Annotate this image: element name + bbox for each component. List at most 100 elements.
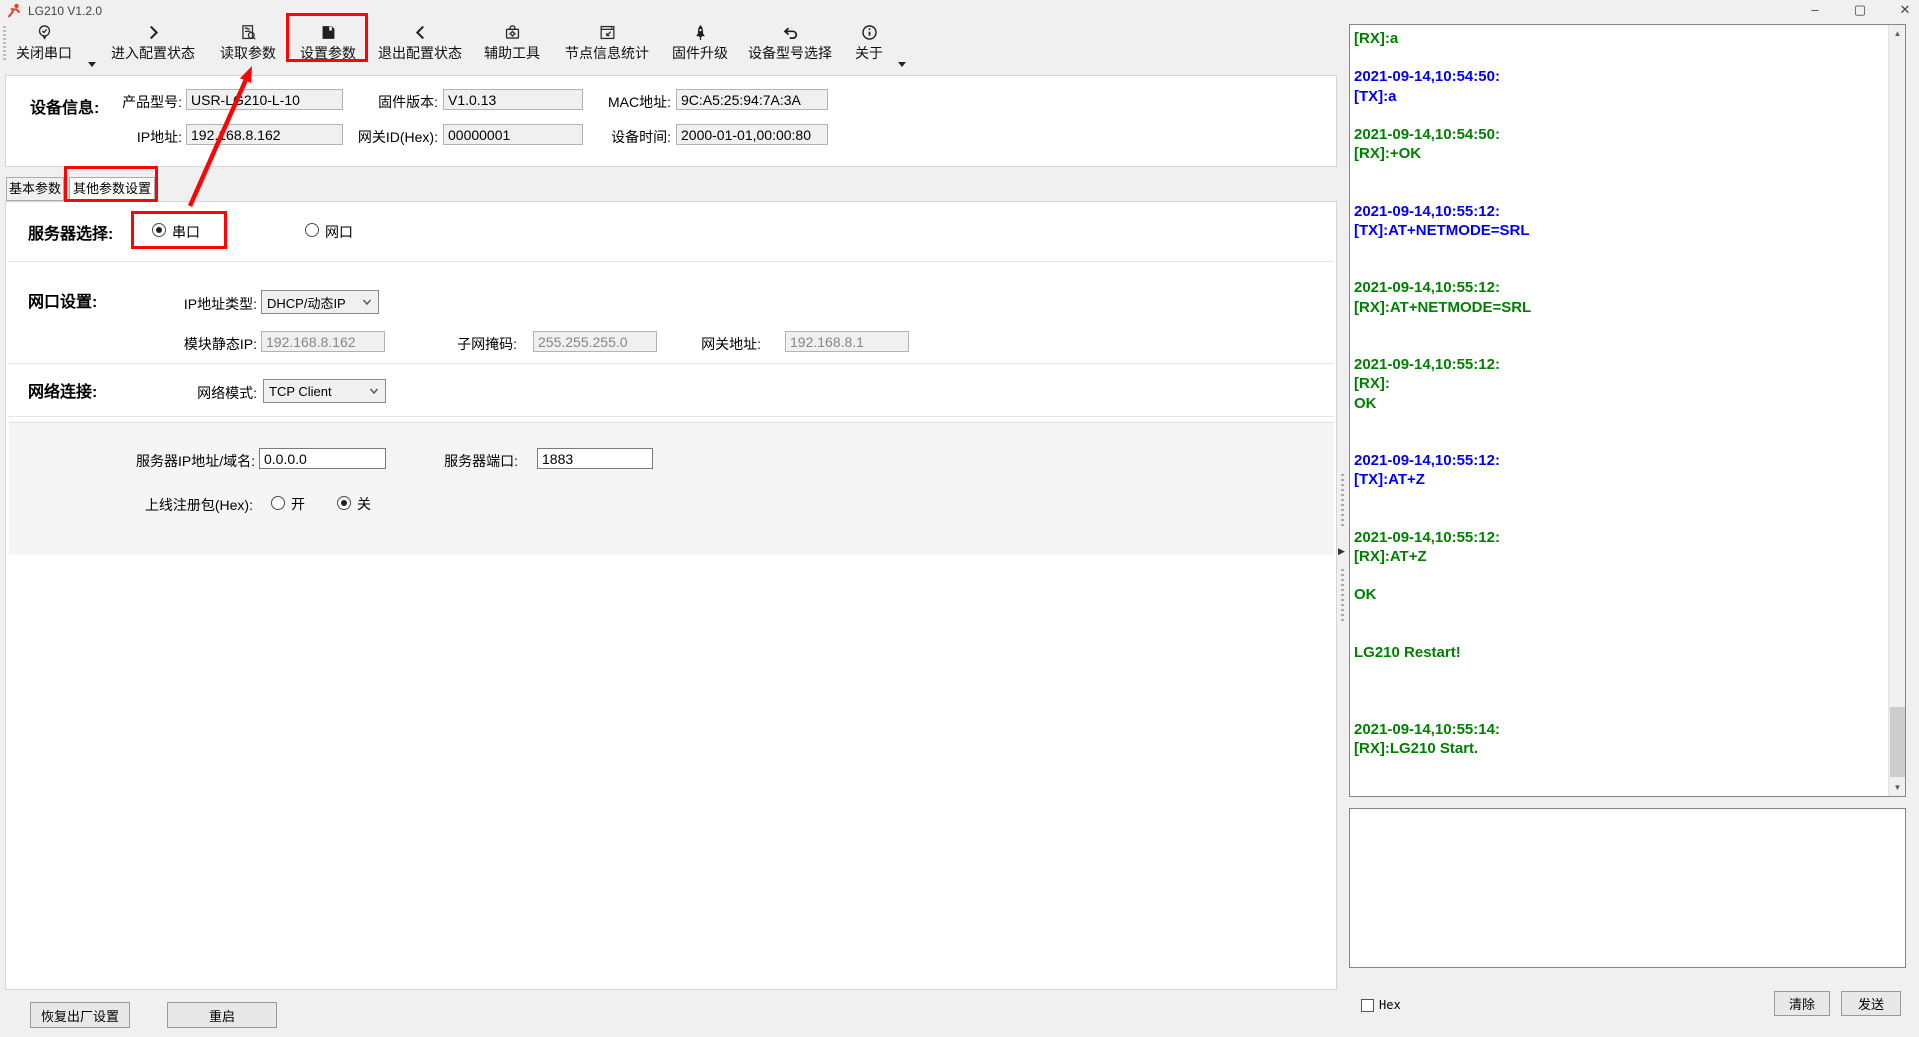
titlebar: LG210 V1.2.0 – ▢ ✕ <box>0 0 1919 22</box>
log-line: 2021-09-14,10:54:50: <box>1354 125 1885 144</box>
server-serial-radio[interactable] <box>152 223 166 237</box>
toolbar-firmware-upgrade-button[interactable]: 固件升级 <box>664 23 736 63</box>
server-port-field[interactable] <box>537 448 653 469</box>
log-line <box>1354 163 1885 182</box>
register-off-radio-label[interactable]: 关 <box>357 494 371 514</box>
window-title: LG210 V1.2.0 <box>28 4 102 18</box>
register-off-radio[interactable] <box>337 496 351 510</box>
scroll-down-arrow[interactable]: ▼ <box>1889 779 1906 796</box>
toolbar-label: 读取参数 <box>220 43 276 63</box>
toolbar-read-params-button[interactable]: 读取参数 <box>210 23 286 63</box>
about-dropdown-caret[interactable] <box>898 62 906 67</box>
ip-type-value: DHCP/动态IP <box>267 293 361 312</box>
log-line: [RX]: <box>1354 374 1885 393</box>
device-info-panel: 设备信息: 产品型号: 固件版本: MAC地址: IP地址: 网关ID(Hex)… <box>5 75 1337 167</box>
restart-button[interactable]: 重启 <box>167 1002 277 1028</box>
firmware-version-field[interactable] <box>443 89 583 110</box>
gateway-id-label: 网关ID(Hex): <box>338 127 438 147</box>
maximize-button[interactable]: ▢ <box>1840 0 1880 22</box>
toolbar-close-serial-button[interactable]: 关闭串口 <box>4 23 84 63</box>
net-mode-combo[interactable]: TCP Client <box>263 379 386 403</box>
toolbar-about-button[interactable]: 关于 <box>846 23 892 63</box>
gateway-id-field[interactable] <box>443 124 583 145</box>
mac-address-label: MAC地址: <box>571 92 671 112</box>
toolbar-node-stats-button[interactable]: 节点信息统计 <box>554 23 660 63</box>
chevron-right-icon <box>143 23 164 42</box>
toolbar-label: 节点信息统计 <box>565 43 649 63</box>
log-line <box>1354 106 1885 125</box>
toolbar-label: 关闭串口 <box>16 43 72 63</box>
scroll-up-arrow[interactable]: ▲ <box>1889 25 1906 42</box>
server-select-title: 服务器选择: <box>28 220 113 244</box>
toolbar-label: 设备型号选择 <box>748 43 832 63</box>
ip-type-combo[interactable]: DHCP/动态IP <box>261 290 379 314</box>
server-port-label: 服务器端口: <box>418 451 518 471</box>
log-line: 2021-09-14,10:55:12: <box>1354 278 1885 297</box>
tab-basic-params[interactable]: 基本参数 <box>6 177 64 201</box>
log-panel[interactable]: [RX]:a 2021-09-14,10:54:50: [TX]:a 2021-09-… <box>1349 24 1906 797</box>
close-button[interactable]: ✕ <box>1885 0 1919 22</box>
log-line <box>1354 336 1885 355</box>
ip-address-field[interactable] <box>186 124 343 145</box>
log-line: [RX]:+OK <box>1354 144 1885 163</box>
register-on-radio-label[interactable]: 开 <box>291 494 305 514</box>
log-line: OK <box>1354 394 1885 413</box>
log-line: [RX]:LG210 Start. <box>1354 739 1885 758</box>
toolbar-label: 设置参数 <box>300 43 356 63</box>
tab-other-params[interactable]: 其他参数设置 <box>69 177 155 202</box>
log-line: [RX]:a <box>1354 29 1885 48</box>
panel-splitter[interactable]: ▶ <box>1338 24 1347 990</box>
section-divider <box>8 363 1334 364</box>
subnet-mask-field[interactable] <box>533 331 657 352</box>
minimize-button[interactable]: – <box>1795 0 1835 22</box>
lan-settings-title: 网口设置: <box>28 288 97 312</box>
server-serial-radio-label[interactable]: 串口 <box>172 222 200 242</box>
log-line: 2021-09-14,10:55:12: <box>1354 451 1885 470</box>
clear-button[interactable]: 清除 <box>1774 991 1830 1016</box>
splitter-grip <box>1341 474 1344 529</box>
factory-reset-button[interactable]: 恢复出厂设置 <box>30 1002 130 1028</box>
log-line <box>1354 259 1885 278</box>
log-line: 2021-09-14,10:55:14: <box>1354 720 1885 739</box>
scroll-thumb[interactable] <box>1890 707 1905 777</box>
app-logo-icon <box>6 3 22 19</box>
device-time-field[interactable] <box>676 124 828 145</box>
toolbar-exit-config-button[interactable]: 退出配置状态 <box>372 23 468 63</box>
close-serial-dropdown-caret[interactable] <box>88 62 96 67</box>
subnet-mask-label: 子网掩码: <box>417 334 517 354</box>
hex-checkbox-label[interactable]: Hex <box>1379 998 1401 1012</box>
log-line <box>1354 701 1885 720</box>
product-model-field[interactable] <box>186 89 343 110</box>
log-line: OK <box>1354 585 1885 604</box>
static-ip-field[interactable] <box>261 331 385 352</box>
log-line: 2021-09-14,10:55:12: <box>1354 528 1885 547</box>
log-scrollbar[interactable]: ▲ ▼ <box>1888 25 1905 796</box>
log-line <box>1354 662 1885 681</box>
ip-type-label: IP地址类型: <box>157 294 257 314</box>
hex-checkbox[interactable] <box>1361 999 1374 1012</box>
log-line: [RX]:AT+NETMODE=SRL <box>1354 298 1885 317</box>
log-line <box>1354 490 1885 509</box>
log-line <box>1354 183 1885 202</box>
chevron-left-icon <box>410 23 431 42</box>
server-lan-radio-label[interactable]: 网口 <box>325 222 353 242</box>
log-line <box>1354 509 1885 528</box>
toolbar-label: 退出配置状态 <box>378 43 462 63</box>
toolbar-set-params-button[interactable]: 设置参数 <box>290 23 366 63</box>
splitter-collapse-arrow[interactable]: ▶ <box>1338 546 1345 557</box>
log-line <box>1354 681 1885 700</box>
send-button[interactable]: 发送 <box>1841 991 1901 1016</box>
register-on-radio[interactable] <box>271 496 285 510</box>
toolbar-enter-config-button[interactable]: 进入配置状态 <box>100 23 206 63</box>
network-conn-title: 网络连接: <box>28 378 97 402</box>
toolbar-device-model-button[interactable]: 设备型号选择 <box>740 23 840 63</box>
log-line: [TX]:AT+Z <box>1354 470 1885 489</box>
mac-address-field[interactable] <box>676 89 828 110</box>
server-lan-radio[interactable] <box>305 223 319 237</box>
server-ip-field[interactable] <box>259 448 386 469</box>
log-line: [TX]:a <box>1354 87 1885 106</box>
gateway-addr-field[interactable] <box>785 331 909 352</box>
toolbar-aux-tools-button[interactable]: 辅助工具 <box>476 23 548 63</box>
log-line: [RX]:AT+Z <box>1354 547 1885 566</box>
send-input-box[interactable] <box>1349 808 1906 968</box>
